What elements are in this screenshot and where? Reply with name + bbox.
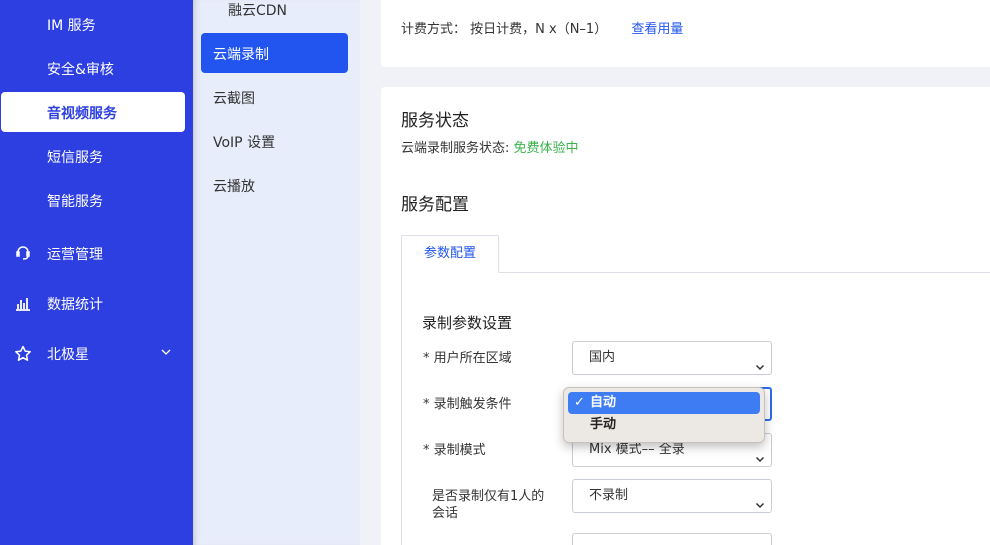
sidebar-item-av-service[interactable]: 音视频服务 (1, 92, 185, 132)
chevron-down-icon[interactable] (160, 346, 172, 362)
sidebar-item-sms[interactable]: 短信服务 (47, 147, 103, 167)
billing-label: 计费方式： (401, 22, 467, 37)
single-person-select[interactable]: 不录制 (572, 479, 772, 513)
service-status-title: 服务状态 (401, 111, 469, 131)
region-select[interactable]: 国内 (572, 341, 772, 375)
primary-sidebar: IM 服务 安全&审核 音视频服务 短信服务 智能服务 运营管理 数据统计 北极… (0, 0, 193, 545)
service-config-title: 服务配置 (401, 195, 469, 215)
subnav-item-cdn[interactable]: 融云CDN (228, 0, 287, 20)
mode-select-value: Mix 模式–– 全录 (589, 442, 685, 457)
service-status-row: 云端录制服务状态: 免费体验中 (401, 137, 579, 156)
secondary-sidebar: 融云CDN 云端录制 云截图 VoIP 设置 云播放 (193, 0, 360, 545)
dropdown-option-manual[interactable]: 手动 (568, 414, 760, 436)
sidebar-item-stats[interactable]: 数据统计 (14, 294, 184, 314)
subnav-item-screenshot[interactable]: 云截图 (213, 88, 255, 108)
bar-chart-icon (14, 295, 32, 313)
tab-params-config[interactable]: 参数配置 (401, 235, 499, 273)
chevron-down-icon (755, 353, 765, 371)
single-person-select-value: 不录制 (589, 488, 629, 503)
subnav-item-label: 云端录制 (213, 47, 269, 63)
view-usage-link[interactable]: 查看用量 (631, 22, 683, 37)
region-label: * 用户所在区域 (423, 351, 512, 366)
chevron-down-icon (755, 445, 765, 463)
trigger-dropdown-menu: ✓ 自动 手动 (563, 387, 765, 443)
billing-card: 计费方式： 按日计费，N x（N–1） 查看用量 (381, 0, 990, 67)
recording-params-title: 录制参数设置 (422, 314, 513, 332)
sidebar-item-label: 音视频服务 (47, 106, 117, 122)
service-status-label: 云端录制服务状态: (401, 141, 514, 156)
chevron-down-icon (755, 491, 765, 509)
sidebar-item-security[interactable]: 安全&审核 (47, 59, 114, 79)
config-tab-bar: 参数配置 (401, 235, 990, 273)
sidebar-item-polaris[interactable]: 北极星 (14, 344, 184, 364)
single-person-label: 是否录制仅有1人的会话 (432, 489, 545, 521)
sidebar-item-label: 数据统计 (47, 297, 103, 313)
subnav-item-voip[interactable]: VoIP 设置 (213, 132, 275, 152)
mode-label: * 录制模式 (423, 443, 486, 458)
service-status-badge: 免费体验中 (513, 141, 579, 156)
sidebar-item-im[interactable]: IM 服务 (47, 15, 96, 35)
region-select-value: 国内 (589, 350, 616, 365)
subnav-item-cloud-recording[interactable]: 云端录制 (201, 33, 348, 73)
sidebar-item-label: 运营管理 (47, 247, 103, 263)
option-label: 自动 (590, 395, 617, 410)
service-card: 服务状态 云端录制服务状态: 免费体验中 服务配置 参数配置 录制参数设置 * … (381, 87, 990, 545)
billing-row: 计费方式： 按日计费，N x（N–1） 查看用量 (401, 18, 683, 37)
subnav-item-cloud-play[interactable]: 云播放 (213, 176, 255, 196)
next-field-select[interactable] (572, 533, 772, 545)
operations-icon (14, 245, 32, 263)
trigger-label: * 录制触发条件 (423, 397, 512, 412)
star-icon (14, 345, 32, 363)
billing-value: 按日计费，N x（N–1） (470, 22, 608, 37)
sidebar-item-operations[interactable]: 运营管理 (14, 244, 184, 264)
check-icon: ✓ (574, 395, 585, 410)
sidebar-item-label: 北极星 (47, 347, 89, 363)
option-label: 手动 (590, 417, 617, 432)
sidebar-item-ai[interactable]: 智能服务 (47, 191, 103, 211)
dropdown-option-auto[interactable]: ✓ 自动 (568, 392, 760, 414)
